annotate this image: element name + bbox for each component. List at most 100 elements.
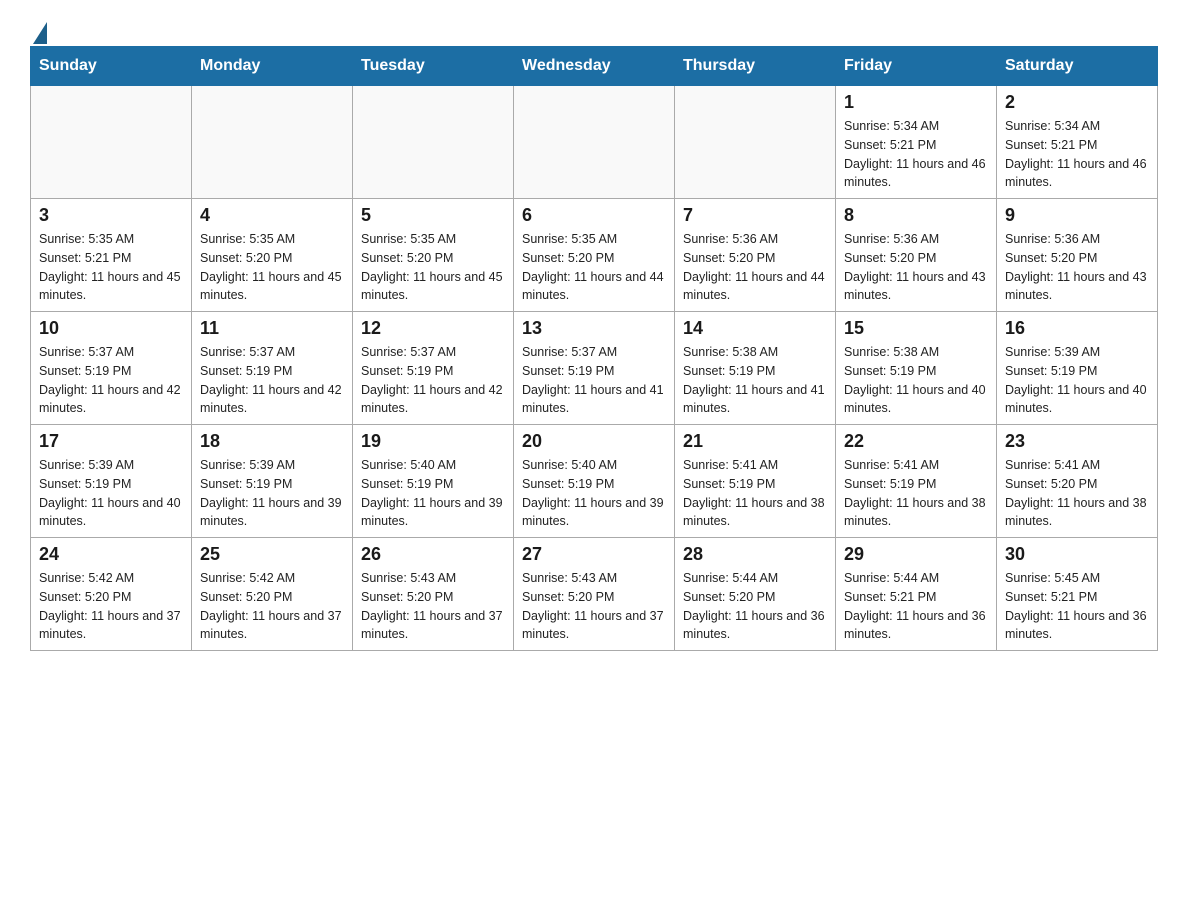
calendar-cell: 23 Sunrise: 5:41 AM Sunset: 5:20 PM Dayli… (997, 425, 1158, 538)
day-number: 4 (200, 205, 344, 226)
day-number: 12 (361, 318, 505, 339)
day-number: 15 (844, 318, 988, 339)
day-info: Sunrise: 5:42 AM Sunset: 5:20 PM Dayligh… (39, 569, 183, 644)
day-number: 2 (1005, 92, 1149, 113)
calendar-cell: 7Sunrise: 5:36 AM Sunset: 5:20 PM Daylig… (675, 199, 836, 312)
day-number: 3 (39, 205, 183, 226)
day-number: 26 (361, 544, 505, 565)
calendar-cell: 17 Sunrise: 5:39 AM Sunset: 5:19 PM Dayli… (31, 425, 192, 538)
calendar-week-4: 17 Sunrise: 5:39 AM Sunset: 5:19 PM Dayli… (31, 425, 1158, 538)
header-row: SundayMondayTuesdayWednesdayThursdayFrid… (31, 47, 1158, 86)
calendar-cell: 8 Sunrise: 5:36 AM Sunset: 5:20 PM Daylig… (836, 199, 997, 312)
calendar-cell: 25 Sunrise: 5:42 AM Sunset: 5:20 PM Dayli… (192, 538, 353, 651)
calendar-cell: 24 Sunrise: 5:42 AM Sunset: 5:20 PM Dayli… (31, 538, 192, 651)
day-number: 17 (39, 431, 183, 452)
calendar-cell (192, 86, 353, 199)
page-header (30, 20, 1158, 36)
header-cell-saturday: Saturday (997, 47, 1158, 86)
calendar-cell (675, 86, 836, 199)
day-number: 25 (200, 544, 344, 565)
day-info: Sunrise: 5:44 AM Sunset: 5:20 PM Dayligh… (683, 569, 827, 644)
day-number: 13 (522, 318, 666, 339)
calendar-cell: 12 Sunrise: 5:37 AM Sunset: 5:19 PM Dayli… (353, 312, 514, 425)
day-info: Sunrise: 5:39 AM Sunset: 5:19 PM Dayligh… (200, 456, 344, 531)
day-number: 10 (39, 318, 183, 339)
day-number: 27 (522, 544, 666, 565)
day-number: 28 (683, 544, 827, 565)
calendar-week-2: 3 Sunrise: 5:35 AM Sunset: 5:21 PM Daylig… (31, 199, 1158, 312)
day-number: 30 (1005, 544, 1149, 565)
day-info: Sunrise: 5:39 AM Sunset: 5:19 PM Dayligh… (1005, 343, 1149, 418)
day-info: Sunrise: 5:36 AM Sunset: 5:20 PM Dayligh… (844, 230, 988, 305)
day-info: Sunrise: 5:41 AM Sunset: 5:19 PM Dayligh… (683, 456, 827, 531)
header-cell-wednesday: Wednesday (514, 47, 675, 86)
calendar-week-1: 1 Sunrise: 5:34 AM Sunset: 5:21 PM Daylig… (31, 86, 1158, 199)
calendar-cell: 6Sunrise: 5:35 AM Sunset: 5:20 PM Daylig… (514, 199, 675, 312)
day-info: Sunrise: 5:37 AM Sunset: 5:19 PM Dayligh… (200, 343, 344, 418)
day-number: 22 (844, 431, 988, 452)
calendar-body: 1 Sunrise: 5:34 AM Sunset: 5:21 PM Daylig… (31, 86, 1158, 651)
day-info: Sunrise: 5:42 AM Sunset: 5:20 PM Dayligh… (200, 569, 344, 644)
day-info: Sunrise: 5:44 AM Sunset: 5:21 PM Dayligh… (844, 569, 988, 644)
calendar-cell: 26Sunrise: 5:43 AM Sunset: 5:20 PM Dayli… (353, 538, 514, 651)
calendar-cell (353, 86, 514, 199)
calendar-cell: 28 Sunrise: 5:44 AM Sunset: 5:20 PM Dayli… (675, 538, 836, 651)
calendar-cell: 14Sunrise: 5:38 AM Sunset: 5:19 PM Dayli… (675, 312, 836, 425)
day-number: 9 (1005, 205, 1149, 226)
calendar-cell: 1 Sunrise: 5:34 AM Sunset: 5:21 PM Daylig… (836, 86, 997, 199)
day-number: 19 (361, 431, 505, 452)
day-info: Sunrise: 5:37 AM Sunset: 5:19 PM Dayligh… (361, 343, 505, 418)
day-number: 23 (1005, 431, 1149, 452)
header-cell-sunday: Sunday (31, 47, 192, 86)
header-cell-friday: Friday (836, 47, 997, 86)
day-number: 1 (844, 92, 988, 113)
calendar-week-5: 24 Sunrise: 5:42 AM Sunset: 5:20 PM Dayli… (31, 538, 1158, 651)
day-info: Sunrise: 5:43 AM Sunset: 5:20 PM Dayligh… (522, 569, 666, 644)
day-info: Sunrise: 5:39 AM Sunset: 5:19 PM Dayligh… (39, 456, 183, 531)
day-info: Sunrise: 5:34 AM Sunset: 5:21 PM Dayligh… (844, 117, 988, 192)
day-info: Sunrise: 5:35 AM Sunset: 5:20 PM Dayligh… (361, 230, 505, 305)
day-info: Sunrise: 5:35 AM Sunset: 5:21 PM Dayligh… (39, 230, 183, 305)
day-number: 6 (522, 205, 666, 226)
day-info: Sunrise: 5:37 AM Sunset: 5:19 PM Dayligh… (39, 343, 183, 418)
day-info: Sunrise: 5:40 AM Sunset: 5:19 PM Dayligh… (522, 456, 666, 531)
calendar-cell: 13 Sunrise: 5:37 AM Sunset: 5:19 PM Dayli… (514, 312, 675, 425)
calendar-cell (31, 86, 192, 199)
calendar-cell: 3 Sunrise: 5:35 AM Sunset: 5:21 PM Daylig… (31, 199, 192, 312)
calendar-cell (514, 86, 675, 199)
day-info: Sunrise: 5:40 AM Sunset: 5:19 PM Dayligh… (361, 456, 505, 531)
day-number: 16 (1005, 318, 1149, 339)
calendar-cell: 29 Sunrise: 5:44 AM Sunset: 5:21 PM Dayli… (836, 538, 997, 651)
calendar-cell: 5 Sunrise: 5:35 AM Sunset: 5:20 PM Daylig… (353, 199, 514, 312)
header-cell-thursday: Thursday (675, 47, 836, 86)
calendar-cell: 30Sunrise: 5:45 AM Sunset: 5:21 PM Dayli… (997, 538, 1158, 651)
day-number: 8 (844, 205, 988, 226)
day-number: 24 (39, 544, 183, 565)
day-number: 29 (844, 544, 988, 565)
day-info: Sunrise: 5:38 AM Sunset: 5:19 PM Dayligh… (683, 343, 827, 418)
day-info: Sunrise: 5:38 AM Sunset: 5:19 PM Dayligh… (844, 343, 988, 418)
calendar-week-3: 10 Sunrise: 5:37 AM Sunset: 5:19 PM Dayli… (31, 312, 1158, 425)
calendar-cell: 27 Sunrise: 5:43 AM Sunset: 5:20 PM Dayli… (514, 538, 675, 651)
calendar-table: SundayMondayTuesdayWednesdayThursdayFrid… (30, 46, 1158, 651)
calendar-cell: 2Sunrise: 5:34 AM Sunset: 5:21 PM Daylig… (997, 86, 1158, 199)
calendar-cell: 11 Sunrise: 5:37 AM Sunset: 5:19 PM Dayli… (192, 312, 353, 425)
day-number: 20 (522, 431, 666, 452)
day-number: 11 (200, 318, 344, 339)
calendar-cell: 10 Sunrise: 5:37 AM Sunset: 5:19 PM Dayli… (31, 312, 192, 425)
day-info: Sunrise: 5:41 AM Sunset: 5:19 PM Dayligh… (844, 456, 988, 531)
day-info: Sunrise: 5:37 AM Sunset: 5:19 PM Dayligh… (522, 343, 666, 418)
calendar-cell: 18Sunrise: 5:39 AM Sunset: 5:19 PM Dayli… (192, 425, 353, 538)
day-number: 5 (361, 205, 505, 226)
day-info: Sunrise: 5:35 AM Sunset: 5:20 PM Dayligh… (200, 230, 344, 305)
logo (30, 20, 47, 36)
calendar-cell: 9Sunrise: 5:36 AM Sunset: 5:20 PM Daylig… (997, 199, 1158, 312)
calendar-header: SundayMondayTuesdayWednesdayThursdayFrid… (31, 47, 1158, 86)
day-info: Sunrise: 5:36 AM Sunset: 5:20 PM Dayligh… (683, 230, 827, 305)
calendar-cell: 22 Sunrise: 5:41 AM Sunset: 5:19 PM Dayli… (836, 425, 997, 538)
calendar-cell: 4 Sunrise: 5:35 AM Sunset: 5:20 PM Daylig… (192, 199, 353, 312)
calendar-cell: 15 Sunrise: 5:38 AM Sunset: 5:19 PM Dayli… (836, 312, 997, 425)
calendar-cell: 20 Sunrise: 5:40 AM Sunset: 5:19 PM Dayli… (514, 425, 675, 538)
header-cell-monday: Monday (192, 47, 353, 86)
day-info: Sunrise: 5:41 AM Sunset: 5:20 PM Dayligh… (1005, 456, 1149, 531)
